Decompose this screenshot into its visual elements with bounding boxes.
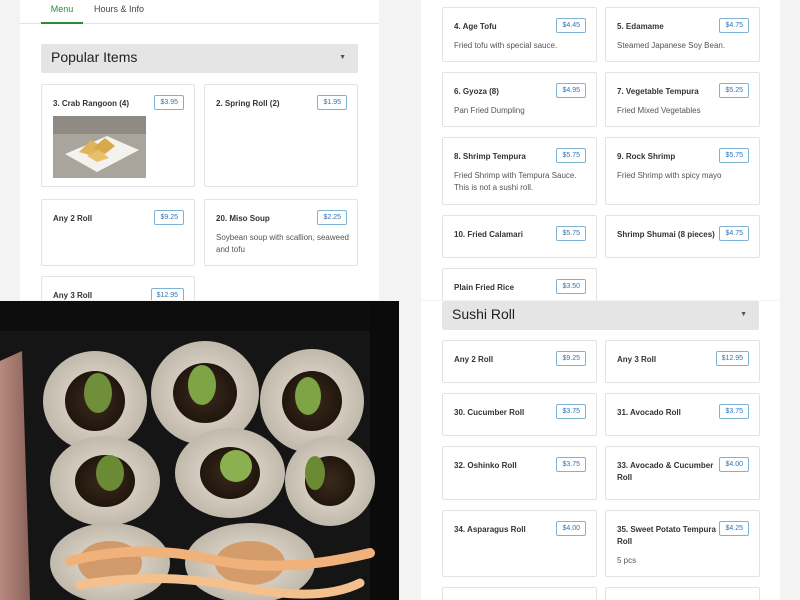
menu-item-card[interactable]: 8. Shrimp Tempura $5.75 Fried Shrimp wit… bbox=[442, 137, 597, 205]
item-price: $9.25 bbox=[154, 210, 184, 225]
menu-item-card[interactable]: 7. Vegetable Tempura $5.25 Fried Mixed V… bbox=[605, 72, 760, 127]
item-name: Any 3 Roll bbox=[617, 355, 657, 364]
item-name: 4. Age Tofu bbox=[454, 22, 497, 31]
item-name: 31. Avocado Roll bbox=[617, 408, 681, 417]
menu-item-card[interactable]: Plain Fried Rice $3.50 bbox=[442, 268, 597, 300]
item-price: $4.25 bbox=[719, 521, 749, 536]
item-name: 20. Miso Soup bbox=[216, 214, 270, 223]
item-price: $3.75 bbox=[556, 404, 586, 419]
menu-item-card[interactable]: Any 3 Roll $12.95 bbox=[41, 276, 195, 300]
item-name: 30. Cucumber Roll bbox=[454, 408, 525, 417]
item-price: $3.75 bbox=[719, 404, 749, 419]
item-description: Fried Shrimp with Tempura Sauce. This is… bbox=[454, 171, 577, 192]
menu-item-card[interactable]: 5. Edamame $4.75 Steamed Japanese Soy Be… bbox=[605, 7, 760, 62]
item-price: $5.25 bbox=[719, 83, 749, 98]
item-price: $2.25 bbox=[317, 210, 347, 225]
menu-item-card[interactable]: 32. Oshinko Roll $3.75 bbox=[442, 446, 597, 500]
menu-item-card[interactable]: 35. Sweet Potato Tempura Roll $4.25 5 pc… bbox=[605, 510, 760, 577]
menu-item-card[interactable]: 10. Fried Calamari $5.75 bbox=[442, 215, 597, 258]
sushi-rolls-image bbox=[0, 301, 399, 600]
item-price: $12.95 bbox=[715, 351, 749, 366]
item-name: 32. Oshinko Roll bbox=[454, 461, 517, 470]
menu-item-card[interactable]: Any 3 Roll $12.95 bbox=[605, 340, 760, 383]
section-title: Sushi Roll bbox=[452, 306, 516, 322]
menu-item-card[interactable]: 33. Avocado & Cucumber Roll $4.00 bbox=[605, 446, 760, 500]
crab-rangoon-image bbox=[53, 116, 146, 178]
item-price: $4.75 bbox=[719, 18, 749, 33]
item-name: 33. Avocado & Cucumber Roll bbox=[617, 461, 714, 482]
item-description: Fried tofu with special sauce. bbox=[454, 41, 558, 50]
menu-item-card[interactable] bbox=[442, 587, 597, 600]
menu-item-card[interactable]: Shrimp Shumai (8 pieces) $4.75 bbox=[605, 215, 760, 258]
menu-item-card[interactable]: 20. Miso Soup $2.25 Soybean soup with sc… bbox=[204, 199, 358, 266]
item-name: Shrimp Shumai (8 pieces) bbox=[617, 230, 715, 239]
item-price: $4.75 bbox=[719, 226, 749, 241]
item-price: $4.00 bbox=[556, 521, 586, 536]
sushi-roll-header[interactable]: Sushi Roll ▼ bbox=[442, 301, 759, 330]
item-name: 10. Fried Calamari bbox=[454, 230, 523, 239]
item-price: $3.75 bbox=[556, 457, 586, 472]
menu-item-card[interactable]: 31. Avocado Roll $3.75 bbox=[605, 393, 760, 436]
sushi-photo bbox=[0, 301, 399, 600]
item-price: $5.75 bbox=[719, 148, 749, 163]
item-price: $12.95 bbox=[150, 288, 184, 300]
item-price: $3.50 bbox=[556, 279, 586, 294]
item-price: $4.45 bbox=[556, 18, 586, 33]
item-name: 34. Asparagus Roll bbox=[454, 525, 526, 534]
collage: Menu Hours & Info Popular Items ▼ 3. Cra… bbox=[0, 0, 800, 600]
appetizers-screenshot: 4. Age Tofu $4.45 Fried tofu with specia… bbox=[401, 0, 800, 300]
menu-item-card[interactable] bbox=[605, 587, 760, 600]
item-price: $1.95 bbox=[317, 95, 347, 110]
item-name: 5. Edamame bbox=[617, 22, 664, 31]
item-description: Soybean soup with scallion, seaweed and … bbox=[216, 233, 349, 254]
section-title: Popular Items bbox=[51, 49, 138, 65]
item-price: $9.25 bbox=[556, 351, 586, 366]
item-description: Pan Fried Dumpling bbox=[454, 106, 525, 115]
menu-tabs: Menu Hours & Info bbox=[20, 0, 379, 24]
menu-item-card[interactable]: 6. Gyoza (8) $4.95 Pan Fried Dumpling bbox=[442, 72, 597, 127]
menu-item-card[interactable]: 9. Rock Shrimp $5.75 Fried Shrimp with s… bbox=[605, 137, 760, 205]
item-name: 8. Shrimp Tempura bbox=[454, 152, 526, 161]
menu-panel: 4. Age Tofu $4.45 Fried tofu with specia… bbox=[421, 0, 780, 300]
menu-item-card[interactable]: Any 2 Roll $9.25 bbox=[442, 340, 597, 383]
item-price: $5.75 bbox=[556, 148, 586, 163]
item-description: 5 pcs bbox=[617, 556, 637, 565]
caret-down-icon: ▼ bbox=[339, 54, 346, 61]
item-description: Steamed Japanese Soy Bean. bbox=[617, 41, 726, 50]
item-name: 3. Crab Rangoon (4) bbox=[53, 99, 130, 108]
menu-item-card[interactable]: 30. Cucumber Roll $3.75 bbox=[442, 393, 597, 436]
menu-panel: Menu Hours & Info Popular Items ▼ 3. Cra… bbox=[20, 0, 379, 300]
item-description: Fried Shrimp with spicy mayo bbox=[617, 171, 722, 180]
popular-items-screenshot: Menu Hours & Info Popular Items ▼ 3. Cra… bbox=[0, 0, 399, 300]
item-name: Any 2 Roll bbox=[53, 214, 93, 223]
menu-item-card[interactable]: Any 2 Roll $9.25 bbox=[41, 199, 195, 266]
menu-item-card[interactable]: 4. Age Tofu $4.45 Fried tofu with specia… bbox=[442, 7, 597, 62]
popular-items-header[interactable]: Popular Items ▼ bbox=[41, 44, 358, 73]
menu-item-card[interactable]: 3. Crab Rangoon (4) $3.95 bbox=[41, 84, 195, 187]
item-price: $5.75 bbox=[556, 226, 586, 241]
item-price: $4.00 bbox=[719, 457, 749, 472]
item-name: Plain Fried Rice bbox=[454, 283, 515, 292]
item-name: 9. Rock Shrimp bbox=[617, 152, 676, 161]
item-name: 35. Sweet Potato Tempura Roll bbox=[617, 525, 716, 546]
caret-down-icon: ▼ bbox=[740, 311, 747, 318]
item-name: 6. Gyoza (8) bbox=[454, 87, 499, 96]
item-name: Any 3 Roll bbox=[53, 291, 93, 300]
item-price: $3.95 bbox=[154, 95, 184, 110]
item-name: Any 2 Roll bbox=[454, 355, 494, 364]
item-price: $4.95 bbox=[556, 83, 586, 98]
sushi-roll-screenshot: Sushi Roll ▼ Any 2 Roll $9.25 Any 3 Roll… bbox=[401, 301, 800, 600]
item-description: Fried Mixed Vegetables bbox=[617, 106, 701, 115]
menu-panel: Sushi Roll ▼ Any 2 Roll $9.25 Any 3 Roll… bbox=[421, 301, 780, 600]
tab-menu[interactable]: Menu bbox=[41, 0, 83, 24]
menu-item-card[interactable]: 2. Spring Roll (2) $1.95 bbox=[204, 84, 358, 187]
item-name: 2. Spring Roll (2) bbox=[216, 99, 280, 108]
menu-item-card[interactable]: 34. Asparagus Roll $4.00 bbox=[442, 510, 597, 577]
tab-hours-info[interactable]: Hours & Info bbox=[94, 0, 154, 24]
item-name: 7. Vegetable Tempura bbox=[617, 87, 699, 96]
